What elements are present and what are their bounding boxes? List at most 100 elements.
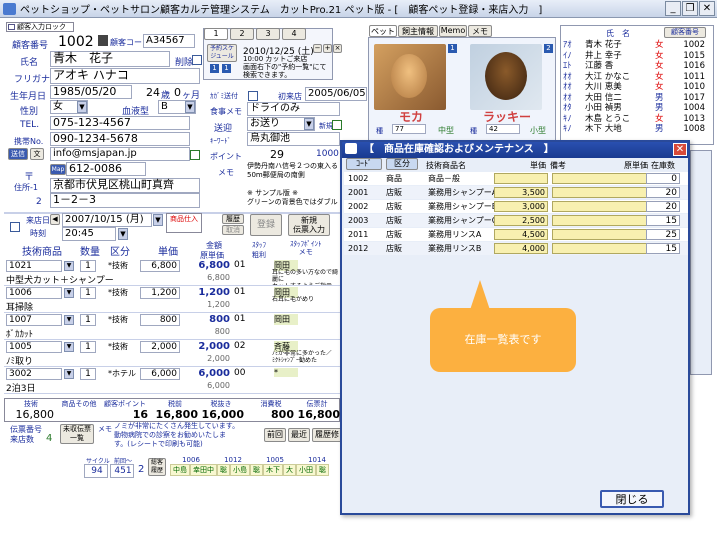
pet2-kind-select[interactable]: 42 bbox=[486, 124, 520, 134]
item-staff[interactable]: 01 bbox=[234, 287, 252, 297]
item-qty[interactable]: 1 bbox=[80, 368, 96, 380]
item-staff[interactable]: 00 bbox=[234, 368, 252, 378]
inv-stock[interactable]: 20 bbox=[646, 187, 680, 198]
item-code-dropdown-icon[interactable]: ▼ bbox=[64, 261, 74, 271]
item-code[interactable]: 3002 bbox=[6, 368, 62, 380]
time-dropdown-icon[interactable]: ▼ bbox=[118, 228, 128, 240]
memo-field[interactable]: 伊勢丹南ハ信号２つの東入る 50m郵便局の南側 ※ サンプル版 ※ グリーンの背… bbox=[247, 162, 339, 208]
reserve-next-icon[interactable]: 1 bbox=[222, 64, 231, 73]
index-row[interactable]: ｵｵ 大川 恵美 女 1010 bbox=[563, 82, 711, 93]
inv-stock[interactable]: 15 bbox=[646, 243, 680, 254]
keyword-field[interactable]: 烏丸御池 bbox=[247, 132, 340, 146]
item-price[interactable]: 6,000 bbox=[140, 368, 180, 380]
staff-name[interactable]: 聡 bbox=[316, 464, 329, 476]
item-price[interactable]: 800 bbox=[140, 314, 180, 326]
item-code-dropdown-icon[interactable]: ▼ bbox=[64, 315, 74, 325]
visit-checkbox[interactable] bbox=[10, 222, 20, 232]
inv-stock[interactable]: 25 bbox=[646, 229, 680, 240]
reserve-minus-button[interactable]: − bbox=[313, 44, 322, 53]
unpaid-slips-button[interactable]: 未収伝票 一覧 bbox=[60, 424, 94, 444]
delete-checkbox[interactable] bbox=[192, 55, 202, 65]
date-dropdown-icon[interactable]: ▼ bbox=[153, 214, 163, 226]
register-button[interactable]: 登録 bbox=[250, 214, 282, 236]
item-code[interactable]: 1007 bbox=[6, 314, 62, 326]
kana-field[interactable]: アオキ ハナコ bbox=[50, 68, 200, 84]
send-mail-button[interactable]: 送信 bbox=[8, 148, 28, 160]
inv-price[interactable]: 3,000 bbox=[494, 201, 548, 212]
name-field[interactable]: 青木 花子 bbox=[50, 51, 170, 67]
lock-checkbox[interactable] bbox=[8, 24, 15, 30]
text-button[interactable]: 文 bbox=[30, 148, 44, 160]
visit-date-field[interactable]: 2007/10/15 (月) bbox=[62, 213, 152, 227]
transfer-dropdown-icon[interactable]: ▼ bbox=[304, 118, 314, 130]
tab-memo[interactable]: メモ bbox=[468, 25, 492, 37]
pet2-num-icon[interactable]: 2 bbox=[544, 44, 553, 53]
index-row[interactable]: ｷﾉ 木下 大地 男 1008 bbox=[563, 124, 711, 135]
reserve-close-button[interactable]: × bbox=[333, 44, 342, 53]
tab-owner[interactable]: 飼主情報 bbox=[398, 25, 438, 37]
blood-dropdown-icon[interactable]: ▼ bbox=[185, 101, 195, 113]
inventory-row[interactable]: 2002 店販 業務用シャンプーB 3,000 20 bbox=[344, 200, 688, 213]
inv-price[interactable]: 2,500 bbox=[494, 215, 548, 226]
customer-code-field[interactable]: A34567 bbox=[143, 34, 195, 48]
pet1-num-icon[interactable]: 1 bbox=[448, 44, 457, 53]
id-card-icon[interactable] bbox=[98, 35, 108, 46]
pet1-kind-select[interactable]: 77 bbox=[392, 124, 426, 134]
tab-1[interactable]: 1 bbox=[204, 28, 228, 40]
mobile-field[interactable]: 090-1234-5678 bbox=[50, 132, 190, 146]
tab-pet[interactable]: ペット bbox=[369, 25, 397, 37]
tab-3[interactable]: 3 bbox=[256, 28, 280, 40]
close-button[interactable]: ✕ bbox=[699, 1, 715, 16]
staff-name[interactable]: 中島 bbox=[170, 464, 190, 476]
new-slip-button[interactable]: 新規 伝票入力 bbox=[288, 214, 330, 236]
visit-time-field[interactable]: 20:45 bbox=[62, 227, 116, 241]
customer-lock-toggle[interactable]: 顧客入力ロック bbox=[6, 22, 74, 32]
staff-name[interactable]: 小田 bbox=[296, 464, 316, 476]
item-code-dropdown-icon[interactable]: ▼ bbox=[64, 342, 74, 352]
staff-name[interactable]: 聡 bbox=[250, 464, 263, 476]
email-field[interactable]: info@msjapan.jp bbox=[50, 147, 190, 161]
index-row[interactable]: ｷﾉ 木島 とうこ 女 1013 bbox=[563, 114, 711, 125]
history-edit-button[interactable]: 履歴修 bbox=[312, 428, 342, 442]
sort-div-button[interactable]: 区分 bbox=[386, 158, 418, 170]
inv-stock[interactable]: 15 bbox=[646, 215, 680, 226]
customer-history-button[interactable]: 総客履歴 bbox=[148, 458, 166, 476]
index-no-header[interactable]: 顧客番号 bbox=[664, 27, 706, 38]
item-price[interactable]: 2,000 bbox=[140, 341, 180, 353]
item-memo[interactable]: 右耳に毛がめり bbox=[272, 296, 340, 312]
recent-visit-button[interactable]: 最近 bbox=[288, 428, 310, 442]
addr1-field[interactable]: 京都市伏見区桃山町真齊 bbox=[50, 178, 200, 193]
visit-memo-text[interactable]: ノミが非常にたくさん発生しています。 動物病院での診察をお勧めいたしま す。(レ… bbox=[114, 422, 262, 452]
sort-code-button[interactable]: ｺｰﾄﾞ bbox=[346, 158, 382, 170]
item-code[interactable]: 1005 bbox=[6, 341, 62, 353]
inventory-row[interactable]: 1002 商品 商品－般 0 bbox=[344, 172, 688, 185]
zip-field[interactable]: 612-0086 bbox=[66, 162, 146, 176]
dialog-close-button[interactable]: 閉じる bbox=[600, 490, 664, 508]
inv-stock[interactable]: 0 bbox=[646, 173, 680, 184]
tab-memo-en[interactable]: Memo bbox=[439, 25, 467, 37]
staff-name[interactable]: 小島 bbox=[230, 464, 250, 476]
addr2-field[interactable]: 1－2－3 bbox=[50, 193, 200, 208]
tab-2[interactable]: 2 bbox=[230, 28, 254, 40]
item-qty[interactable]: 1 bbox=[80, 287, 96, 299]
item-memo[interactable]: 耳に毛の多い方なので綺麗に カットするようご指示 bbox=[272, 269, 340, 285]
restore-button[interactable]: ❐ bbox=[682, 1, 698, 16]
inv-price[interactable]: 4,000 bbox=[494, 243, 548, 254]
dm-checkbox[interactable] bbox=[248, 91, 258, 101]
item-code[interactable]: 1006 bbox=[6, 287, 62, 299]
index-row[interactable]: ｵﾀ 小田 禎男 男 1004 bbox=[563, 103, 711, 114]
item-memo[interactable]: ﾉﾐが非常に多かった／ ﾐｸﾄｼｬﾝﾌﾟｰ勧めた bbox=[272, 350, 340, 366]
item-code[interactable]: 1021 bbox=[6, 260, 62, 272]
item-memo[interactable] bbox=[272, 323, 340, 339]
first-visit-date[interactable]: 2005/06/05 bbox=[305, 87, 367, 101]
dialog-close-icon[interactable]: ✕ bbox=[673, 143, 687, 156]
item-qty[interactable]: 1 bbox=[80, 314, 96, 326]
item-code-dropdown-icon[interactable]: ▼ bbox=[64, 288, 74, 298]
staff-name[interactable]: 大 bbox=[283, 464, 296, 476]
item-price[interactable]: 6,800 bbox=[140, 260, 180, 272]
item-staff[interactable]: 01 bbox=[234, 314, 252, 324]
cancel-button[interactable]: 取消 bbox=[222, 225, 244, 235]
inventory-row[interactable]: 2011 店販 業務用リンスA 4,500 25 bbox=[344, 228, 688, 241]
item-qty[interactable]: 1 bbox=[80, 260, 96, 272]
item-staff[interactable]: 01 bbox=[234, 260, 252, 270]
